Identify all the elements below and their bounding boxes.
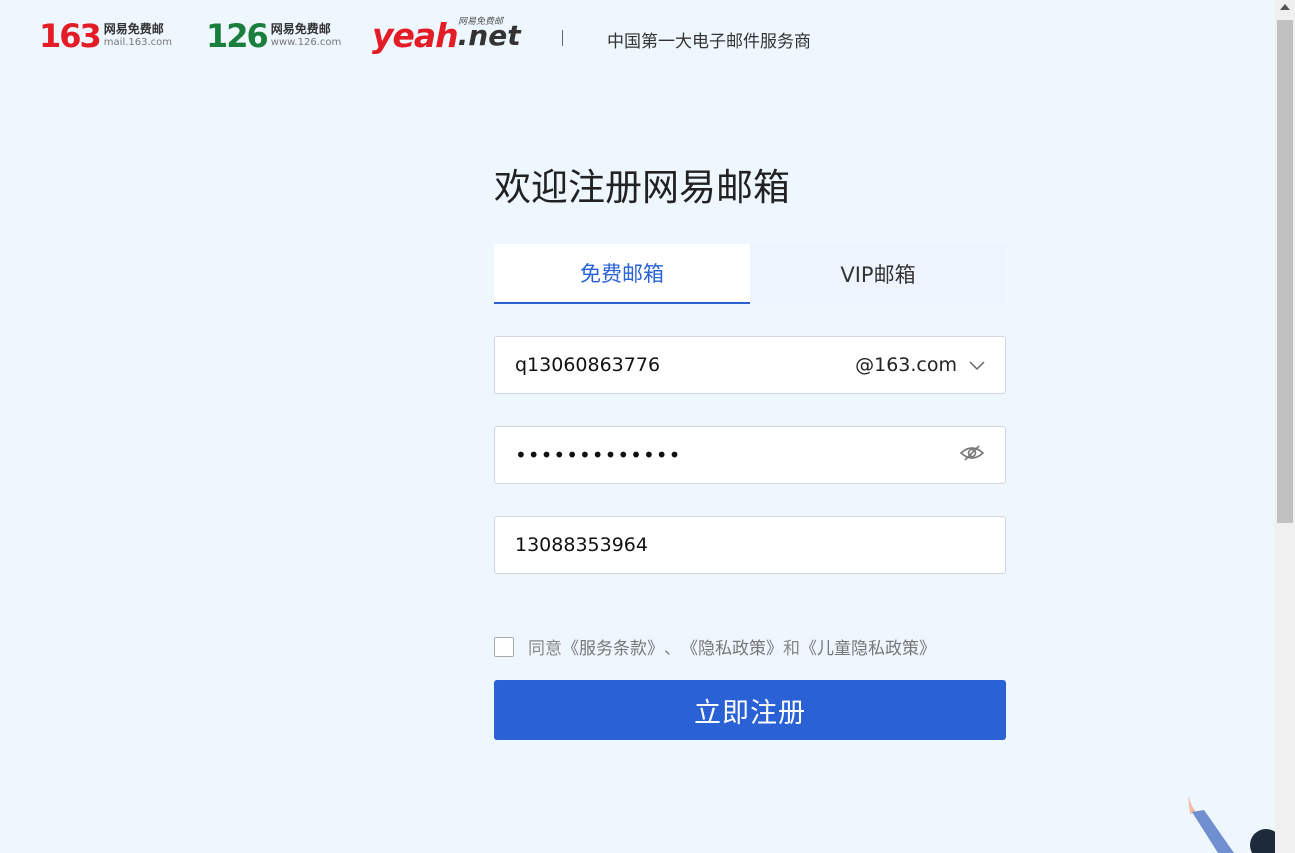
chevron-down-icon bbox=[969, 354, 985, 376]
password-input[interactable]: ••••••••••••• bbox=[515, 443, 959, 467]
scroll-up-arrow-icon[interactable] bbox=[1280, 4, 1290, 10]
header-slogan: 中国第一大电子邮件服务商 bbox=[607, 32, 811, 52]
logo-yeah[interactable]: yeah .net 网易免费邮 bbox=[372, 16, 521, 55]
logo-163-cn: 网易免费邮 bbox=[103, 22, 164, 37]
agree-and: 和 bbox=[783, 639, 800, 659]
password-field: ••••••••••••• bbox=[494, 426, 1006, 484]
eye-slash-icon[interactable] bbox=[959, 443, 985, 467]
logo-126-en: www.126.com bbox=[270, 37, 342, 49]
agree-prefix: 同意 bbox=[528, 639, 562, 659]
domain-suffix: @163.com bbox=[855, 354, 957, 376]
scrollbar-thumb[interactable] bbox=[1277, 20, 1293, 523]
logo-126-cn: 网易免费邮 bbox=[270, 22, 331, 37]
terms-link[interactable]: 《服务条款》 bbox=[562, 634, 664, 659]
agree-checkbox[interactable] bbox=[494, 636, 514, 657]
header: 163 网易免费邮 mail.163.com 126 网易免费邮 www.126… bbox=[0, 0, 1275, 78]
domain-select[interactable]: @163.com bbox=[855, 354, 985, 376]
tab-vip-mailbox[interactable]: VIP邮箱 bbox=[750, 244, 1006, 304]
child-privacy-link[interactable]: 《儿童隐私政策》 bbox=[800, 634, 936, 659]
username-input[interactable] bbox=[515, 354, 856, 376]
mascot-illustration bbox=[1180, 790, 1282, 853]
vertical-scrollbar[interactable] bbox=[1275, 0, 1295, 853]
phone-input[interactable] bbox=[515, 534, 985, 556]
logo-163-en: mail.163.com bbox=[103, 37, 173, 49]
logo-126-number: 126 bbox=[206, 17, 269, 55]
page-title: 欢迎注册网易邮箱 bbox=[494, 166, 790, 209]
tab-free-mailbox[interactable]: 免费邮箱 bbox=[494, 244, 750, 304]
logo-yeah-tag: 网易免费邮 bbox=[458, 17, 504, 27]
agreement-row: 同意 《服务条款》 、 《隐私政策》 和 《儿童隐私政策》 bbox=[494, 634, 936, 659]
username-field: @163.com bbox=[494, 336, 1006, 394]
register-button[interactable]: 立即注册 bbox=[494, 680, 1006, 740]
logo-126[interactable]: 126 网易免费邮 www.126.com bbox=[206, 20, 341, 52]
mailbox-tabs: 免费邮箱 VIP邮箱 bbox=[494, 244, 1006, 304]
register-panel: 欢迎注册网易邮箱 免费邮箱 VIP邮箱 @163.com •••••••••••… bbox=[494, 160, 1006, 740]
agree-separator: 、 bbox=[664, 639, 681, 659]
phone-field bbox=[494, 516, 1006, 574]
logo-163-number: 163 bbox=[39, 17, 102, 55]
logo-163[interactable]: 163 网易免费邮 mail.163.com bbox=[39, 20, 172, 52]
logo-yeah-part1: yeah bbox=[372, 16, 459, 55]
header-divider bbox=[562, 30, 563, 46]
privacy-link[interactable]: 《隐私政策》 bbox=[681, 634, 783, 659]
